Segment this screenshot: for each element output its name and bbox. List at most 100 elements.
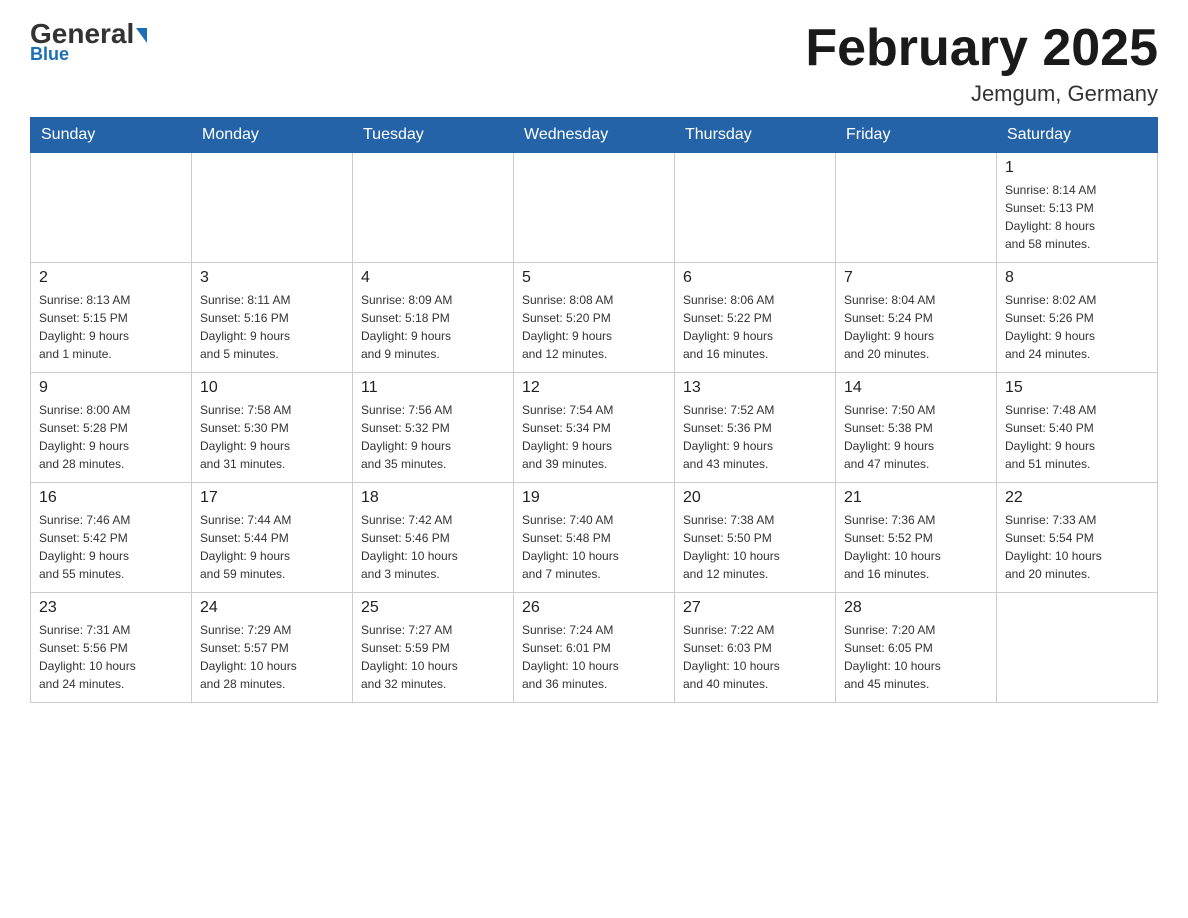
day-info: Sunrise: 7:38 AM Sunset: 5:50 PM Dayligh… (683, 511, 827, 583)
day-info: Sunrise: 7:42 AM Sunset: 5:46 PM Dayligh… (361, 511, 505, 583)
day-info: Sunrise: 8:04 AM Sunset: 5:24 PM Dayligh… (844, 291, 988, 363)
day-of-week-header: Friday (836, 118, 997, 153)
calendar-cell (675, 153, 836, 263)
day-number: 9 (39, 379, 183, 397)
day-info: Sunrise: 8:14 AM Sunset: 5:13 PM Dayligh… (1005, 181, 1149, 253)
calendar-table: SundayMondayTuesdayWednesdayThursdayFrid… (30, 117, 1158, 703)
day-number: 3 (200, 269, 344, 287)
calendar-cell: 28 Sunrise: 7:20 AM Sunset: 6:05 PM Dayli… (836, 593, 997, 703)
calendar-week-row: 23Sunrise: 7:31 AM Sunset: 5:56 PM Dayli… (31, 593, 1158, 703)
calendar-cell: 15 Sunrise: 7:48 AM Sunset: 5:40 PM Dayli… (997, 373, 1158, 483)
calendar-cell (353, 153, 514, 263)
day-number: 12 (522, 379, 666, 397)
day-of-week-header: Monday (192, 118, 353, 153)
day-info: Sunrise: 8:00 AM Sunset: 5:28 PM Dayligh… (39, 401, 183, 473)
location-text: Jemgum, Germany (805, 81, 1158, 107)
day-number: 5 (522, 269, 666, 287)
day-number: 1 (1005, 159, 1149, 177)
day-number: 10 (200, 379, 344, 397)
day-number: 26 (522, 599, 666, 617)
day-of-week-header: Thursday (675, 118, 836, 153)
calendar-cell: 3 Sunrise: 8:11 AM Sunset: 5:16 PM Daylig… (192, 263, 353, 373)
calendar-cell (997, 593, 1158, 703)
day-number: 18 (361, 489, 505, 507)
calendar-week-row: 1 Sunrise: 8:14 AM Sunset: 5:13 PM Daylig… (31, 153, 1158, 263)
day-info: Sunrise: 7:40 AM Sunset: 5:48 PM Dayligh… (522, 511, 666, 583)
calendar-cell: 18 Sunrise: 7:42 AM Sunset: 5:46 PM Dayli… (353, 483, 514, 593)
day-of-week-header: Saturday (997, 118, 1158, 153)
calendar-cell: 24 Sunrise: 7:29 AM Sunset: 5:57 PM Dayli… (192, 593, 353, 703)
page-header: General Blue February 2025 Jemgum, Germa… (30, 20, 1158, 107)
calendar-cell: 5 Sunrise: 8:08 AM Sunset: 5:20 PM Daylig… (514, 263, 675, 373)
day-number: 14 (844, 379, 988, 397)
day-info: Sunrise: 7:46 AM Sunset: 5:42 PM Dayligh… (39, 511, 183, 583)
calendar-cell: 6 Sunrise: 8:06 AM Sunset: 5:22 PM Daylig… (675, 263, 836, 373)
calendar-cell: 27 Sunrise: 7:22 AM Sunset: 6:03 PM Dayli… (675, 593, 836, 703)
day-info: Sunrise: 7:44 AM Sunset: 5:44 PM Dayligh… (200, 511, 344, 583)
calendar-cell (31, 153, 192, 263)
day-info: Sunrise: 7:58 AM Sunset: 5:30 PM Dayligh… (200, 401, 344, 473)
calendar-cell: 10 Sunrise: 7:58 AM Sunset: 5:30 PM Dayli… (192, 373, 353, 483)
calendar-cell (514, 153, 675, 263)
day-info: Sunrise: 7:56 AM Sunset: 5:32 PM Dayligh… (361, 401, 505, 473)
calendar-week-row: 9 Sunrise: 8:00 AM Sunset: 5:28 PM Daylig… (31, 373, 1158, 483)
calendar-cell: 1 Sunrise: 8:14 AM Sunset: 5:13 PM Daylig… (997, 153, 1158, 263)
calendar-cell: 4 Sunrise: 8:09 AM Sunset: 5:18 PM Daylig… (353, 263, 514, 373)
day-of-week-header: Wednesday (514, 118, 675, 153)
calendar-cell: 22 Sunrise: 7:33 AM Sunset: 5:54 PM Dayli… (997, 483, 1158, 593)
day-number: 28 (844, 599, 988, 617)
day-number: 11 (361, 379, 505, 397)
day-number: 13 (683, 379, 827, 397)
logo: General Blue (30, 20, 147, 65)
calendar-cell: 7 Sunrise: 8:04 AM Sunset: 5:24 PM Daylig… (836, 263, 997, 373)
calendar-cell: 25Sunrise: 7:27 AM Sunset: 5:59 PM Dayli… (353, 593, 514, 703)
day-info: Sunrise: 8:06 AM Sunset: 5:22 PM Dayligh… (683, 291, 827, 363)
day-number: 15 (1005, 379, 1149, 397)
day-info: Sunrise: 8:09 AM Sunset: 5:18 PM Dayligh… (361, 291, 505, 363)
calendar-cell: 26Sunrise: 7:24 AM Sunset: 6:01 PM Dayli… (514, 593, 675, 703)
day-info: Sunrise: 7:52 AM Sunset: 5:36 PM Dayligh… (683, 401, 827, 473)
day-number: 6 (683, 269, 827, 287)
calendar-week-row: 2 Sunrise: 8:13 AM Sunset: 5:15 PM Daylig… (31, 263, 1158, 373)
calendar-header-row: SundayMondayTuesdayWednesdayThursdayFrid… (31, 118, 1158, 153)
day-info: Sunrise: 7:33 AM Sunset: 5:54 PM Dayligh… (1005, 511, 1149, 583)
day-number: 25 (361, 599, 505, 617)
day-info: Sunrise: 7:29 AM Sunset: 5:57 PM Dayligh… (200, 621, 344, 693)
calendar-cell: 11 Sunrise: 7:56 AM Sunset: 5:32 PM Dayli… (353, 373, 514, 483)
day-number: 17 (200, 489, 344, 507)
day-number: 23 (39, 599, 183, 617)
day-number: 7 (844, 269, 988, 287)
calendar-cell: 13 Sunrise: 7:52 AM Sunset: 5:36 PM Dayli… (675, 373, 836, 483)
calendar-cell: 21 Sunrise: 7:36 AM Sunset: 5:52 PM Dayli… (836, 483, 997, 593)
day-number: 22 (1005, 489, 1149, 507)
day-info: Sunrise: 8:08 AM Sunset: 5:20 PM Dayligh… (522, 291, 666, 363)
day-info: Sunrise: 7:48 AM Sunset: 5:40 PM Dayligh… (1005, 401, 1149, 473)
day-number: 21 (844, 489, 988, 507)
day-number: 24 (200, 599, 344, 617)
day-info: Sunrise: 7:22 AM Sunset: 6:03 PM Dayligh… (683, 621, 827, 693)
day-info: Sunrise: 7:54 AM Sunset: 5:34 PM Dayligh… (522, 401, 666, 473)
day-info: Sunrise: 8:02 AM Sunset: 5:26 PM Dayligh… (1005, 291, 1149, 363)
calendar-cell: 12 Sunrise: 7:54 AM Sunset: 5:34 PM Dayli… (514, 373, 675, 483)
calendar-cell: 9 Sunrise: 8:00 AM Sunset: 5:28 PM Daylig… (31, 373, 192, 483)
day-info: Sunrise: 7:20 AM Sunset: 6:05 PM Dayligh… (844, 621, 988, 693)
day-number: 4 (361, 269, 505, 287)
day-of-week-header: Tuesday (353, 118, 514, 153)
day-number: 20 (683, 489, 827, 507)
day-number: 2 (39, 269, 183, 287)
day-info: Sunrise: 7:50 AM Sunset: 5:38 PM Dayligh… (844, 401, 988, 473)
day-info: Sunrise: 8:11 AM Sunset: 5:16 PM Dayligh… (200, 291, 344, 363)
day-of-week-header: Sunday (31, 118, 192, 153)
calendar-cell: 17 Sunrise: 7:44 AM Sunset: 5:44 PM Dayli… (192, 483, 353, 593)
title-block: February 2025 Jemgum, Germany (805, 20, 1158, 107)
day-number: 8 (1005, 269, 1149, 287)
day-number: 27 (683, 599, 827, 617)
calendar-title: February 2025 (805, 20, 1158, 77)
calendar-week-row: 16 Sunrise: 7:46 AM Sunset: 5:42 PM Dayli… (31, 483, 1158, 593)
calendar-cell: 20 Sunrise: 7:38 AM Sunset: 5:50 PM Dayli… (675, 483, 836, 593)
day-number: 16 (39, 489, 183, 507)
calendar-cell (192, 153, 353, 263)
day-info: Sunrise: 7:36 AM Sunset: 5:52 PM Dayligh… (844, 511, 988, 583)
day-info: Sunrise: 8:13 AM Sunset: 5:15 PM Dayligh… (39, 291, 183, 363)
calendar-cell: 16 Sunrise: 7:46 AM Sunset: 5:42 PM Dayli… (31, 483, 192, 593)
